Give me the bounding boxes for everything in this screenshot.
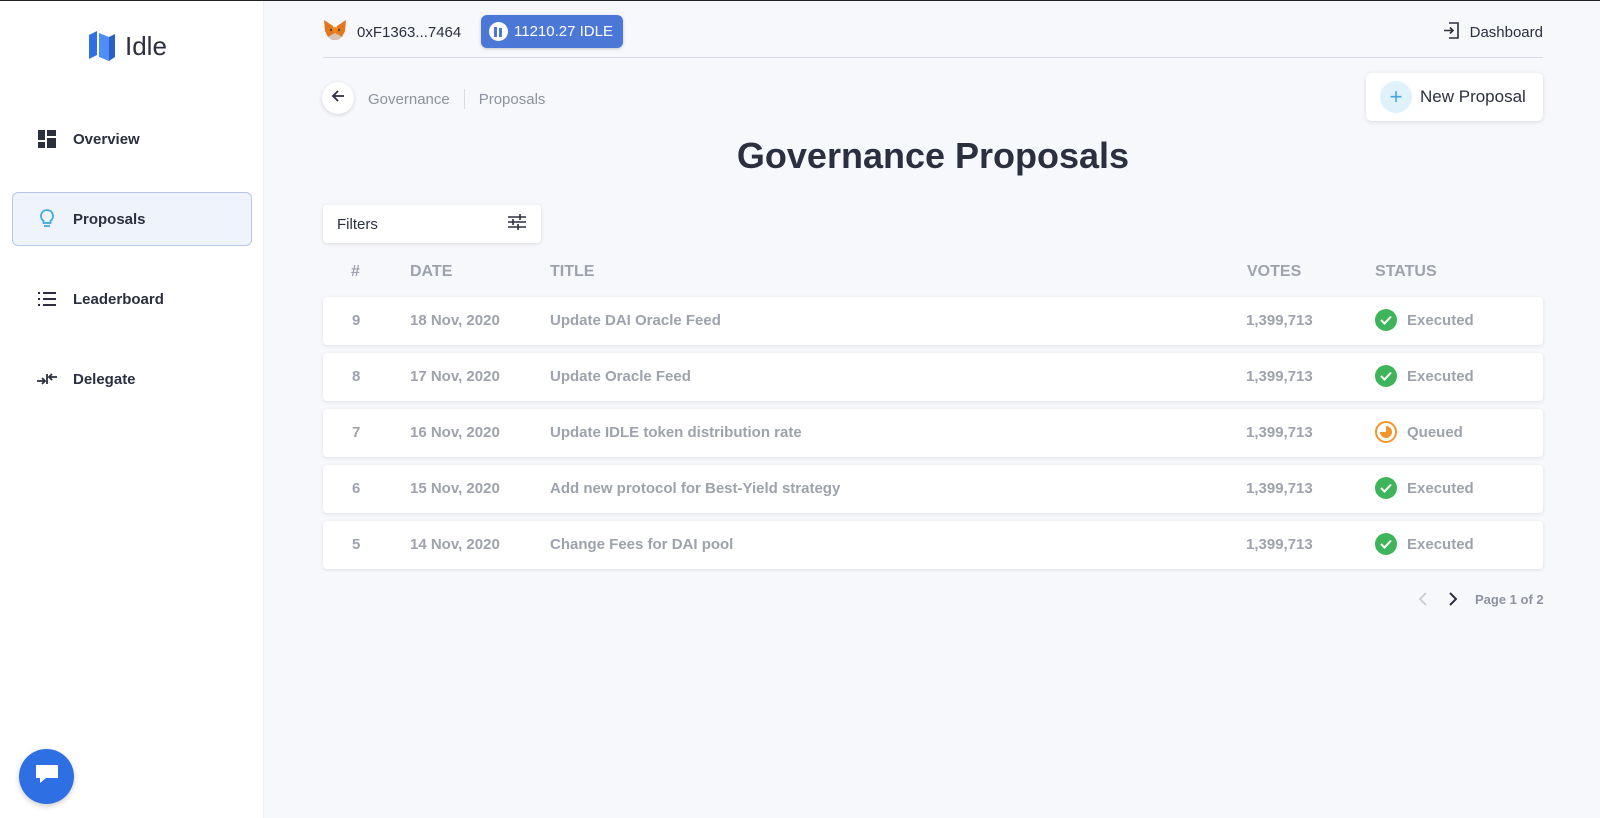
sidebar-item-label: Proposals	[73, 210, 146, 228]
proposal-date: 14 Nov, 2020	[410, 536, 500, 553]
idle-balance: 11210.27 IDLE	[514, 23, 613, 40]
proposal-date: 17 Nov, 2020	[410, 368, 500, 385]
sidebar-item-label: Overview	[73, 130, 140, 148]
proposal-title: Update Oracle Feed	[550, 368, 691, 385]
status-label: Executed	[1407, 479, 1474, 497]
back-button[interactable]	[322, 82, 354, 114]
top-bar: 0xF1363...7464 11210.27 IDLE Dashboard	[323, 15, 1543, 58]
idle-balance-badge[interactable]: 11210.27 IDLE	[481, 15, 623, 48]
new-proposal-button[interactable]: + New Proposal	[1366, 73, 1543, 121]
page-indicator: Page 1 of 2	[1475, 591, 1544, 607]
status-label: Executed	[1407, 367, 1474, 385]
check-circle-icon	[1375, 309, 1397, 331]
metamask-fox-icon	[323, 19, 347, 46]
chat-icon	[34, 762, 60, 791]
proposal-date: 16 Nov, 2020	[410, 424, 500, 441]
sign-in-icon	[1443, 22, 1460, 43]
dashboard-link[interactable]: Dashboard	[1443, 22, 1543, 43]
status-label: Queued	[1407, 423, 1463, 441]
proposal-number: 8	[352, 368, 361, 385]
table-row[interactable]: 7 16 Nov, 2020 Update IDLE token distrib…	[323, 409, 1543, 457]
breadcrumb-governance[interactable]: Governance	[368, 91, 450, 108]
list-icon	[37, 289, 57, 309]
chevron-left-icon	[1419, 592, 1427, 606]
idle-logo[interactable]: Idle	[87, 29, 167, 63]
proposal-votes: 1,399,713	[1246, 536, 1313, 553]
dashboard-label: Dashboard	[1469, 24, 1543, 41]
column-header-status[interactable]: STATUS	[1375, 263, 1437, 281]
proposal-votes: 1,399,713	[1246, 368, 1313, 385]
proposal-number: 5	[352, 536, 361, 553]
breadcrumb-proposals: Proposals	[478, 90, 546, 108]
proposal-number: 6	[352, 480, 361, 497]
column-header-number: #	[351, 263, 360, 280]
column-header-date[interactable]: DATE	[410, 263, 452, 281]
chat-button[interactable]	[19, 749, 74, 804]
table-row[interactable]: 9 18 Nov, 2020 Update DAI Oracle Feed 1,…	[323, 297, 1543, 345]
lightbulb-icon	[37, 209, 57, 229]
plus-icon: +	[1380, 81, 1412, 113]
table-row[interactable]: 8 17 Nov, 2020 Update Oracle Feed 1,399,…	[323, 353, 1543, 401]
new-proposal-label: New Proposal	[1420, 87, 1526, 106]
page-title: Governance Proposals	[736, 135, 1130, 176]
next-page-button[interactable]	[1445, 589, 1461, 609]
check-circle-icon	[1375, 365, 1397, 387]
column-header-votes[interactable]: VOTES	[1247, 263, 1301, 281]
proposal-title: Update DAI Oracle Feed	[550, 312, 721, 329]
logo-text: Idle	[125, 30, 167, 61]
proposal-title: Add new protocol for Best-Yield strategy	[550, 480, 841, 497]
proposal-number: 9	[352, 312, 361, 329]
idle-logo-icon	[89, 31, 115, 61]
filters-label: Filters	[337, 215, 378, 233]
proposal-votes: 1,399,713	[1246, 480, 1313, 497]
table-header: # DATE TITLE VOTES STATUS	[323, 263, 1543, 283]
status-badge: Executed	[1375, 533, 1474, 555]
status-badge: Executed	[1375, 477, 1474, 499]
check-circle-icon	[1375, 533, 1397, 555]
breadcrumb-divider	[463, 89, 465, 109]
pagination: Page 1 of 2	[1415, 589, 1544, 609]
sidebar-item-delegate[interactable]: Delegate	[12, 352, 252, 406]
proposal-votes: 1,399,713	[1246, 424, 1313, 441]
check-circle-icon	[1375, 477, 1397, 499]
proposal-votes: 1,399,713	[1246, 312, 1313, 329]
proposal-date: 15 Nov, 2020	[410, 480, 500, 497]
proposal-date: 18 Nov, 2020	[410, 312, 500, 329]
sidebar-item-label: Delegate	[73, 370, 136, 388]
sidebar-item-leaderboard[interactable]: Leaderboard	[12, 272, 252, 326]
status-badge: Executed	[1375, 309, 1474, 331]
status-label: Executed	[1407, 311, 1474, 329]
sidebar-item-label: Leaderboard	[73, 290, 164, 308]
arrow-left-icon	[331, 89, 345, 108]
clock-progress-icon	[1375, 421, 1397, 443]
wallet-info[interactable]: 0xF1363...7464	[323, 19, 461, 46]
sidebar-item-overview[interactable]: Overview	[12, 112, 252, 166]
proposal-number: 7	[352, 424, 361, 441]
table-row[interactable]: 5 14 Nov, 2020 Change Fees for DAI pool …	[323, 521, 1543, 569]
column-header-title[interactable]: TITLE	[550, 263, 594, 281]
prev-page-button[interactable]	[1415, 589, 1431, 609]
status-badge: Queued	[1375, 421, 1463, 443]
chevron-right-icon	[1449, 592, 1457, 606]
status-badge: Executed	[1375, 365, 1474, 387]
proposal-title: Change Fees for DAI pool	[550, 536, 734, 553]
sliders-icon	[508, 214, 526, 234]
sidebar: Idle Overview Proposals Leaderboard Dele…	[0, 1, 264, 818]
sidebar-item-proposals[interactable]: Proposals	[12, 192, 252, 246]
grid-icon	[37, 129, 57, 149]
breadcrumb: Governance Proposals	[368, 89, 545, 109]
table-row[interactable]: 6 15 Nov, 2020 Add new protocol for Best…	[323, 465, 1543, 513]
delegate-arrows-icon	[37, 369, 57, 389]
idle-token-icon	[489, 22, 508, 41]
filters-button[interactable]: Filters	[323, 205, 541, 243]
proposal-title: Update IDLE token distribution rate	[550, 424, 802, 441]
status-label: Executed	[1407, 535, 1474, 553]
wallet-address: 0xF1363...7464	[357, 24, 462, 41]
